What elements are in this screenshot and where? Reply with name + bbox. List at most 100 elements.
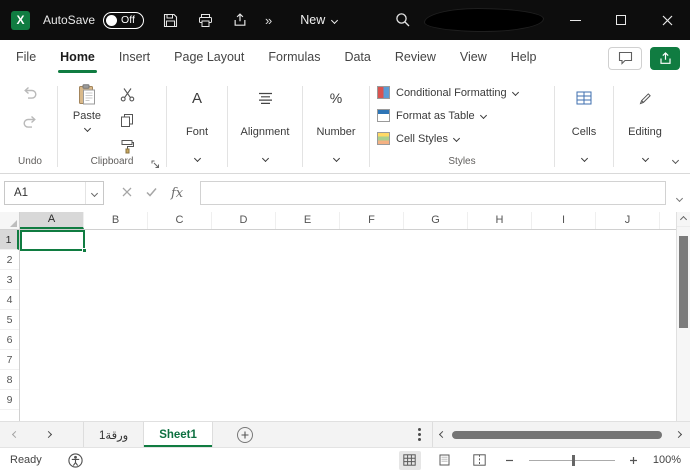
menubar-right [608, 46, 680, 70]
horizontal-scroll-thumb[interactable] [452, 431, 662, 439]
row-header-3[interactable]: 3 [0, 270, 19, 290]
scroll-up-button[interactable] [677, 212, 690, 227]
scroll-left-button[interactable] [438, 430, 447, 439]
row-header-9[interactable]: 9 [0, 390, 19, 410]
chevron-down-icon [511, 88, 519, 97]
select-all-corner[interactable] [0, 212, 20, 230]
chevron-down-icon [675, 194, 684, 203]
menu-tab-data[interactable]: Data [332, 40, 382, 76]
sheet-tab-0[interactable]: ورقة1 [83, 422, 145, 447]
row-header-6[interactable]: 6 [0, 330, 19, 350]
name-box[interactable]: A1 [4, 181, 104, 205]
paste-button[interactable]: Paste [61, 80, 113, 156]
format-painter-button[interactable] [115, 138, 139, 155]
accessibility-icon[interactable] [68, 452, 83, 468]
ribbon-group-editing[interactable]: Editing [617, 78, 673, 173]
row-header-4[interactable]: 4 [0, 290, 19, 310]
row-header-1[interactable]: 1 [0, 230, 19, 250]
horizontal-scrollbar[interactable] [432, 422, 690, 447]
expand-formula-bar-button[interactable] [675, 190, 684, 204]
ribbon-group-cells[interactable]: Cells [558, 78, 610, 173]
scroll-right-button[interactable] [674, 430, 683, 439]
collapse-ribbon-button[interactable] [671, 152, 680, 166]
row-header-7[interactable]: 7 [0, 350, 19, 370]
menu-tab-formulas[interactable]: Formulas [256, 40, 332, 76]
minimize-icon [569, 19, 581, 21]
ribbon-tab-bar: File Home Insert Page Layout Formulas Data Rev… [0, 40, 690, 76]
previous-sheet-button[interactable] [11, 430, 20, 439]
column-header-J[interactable]: J [596, 212, 660, 229]
row-header-5[interactable]: 5 [0, 310, 19, 330]
sheet-options-kebab-icon[interactable] [406, 422, 432, 447]
add-sheet-button[interactable] [236, 426, 253, 443]
column-header-I[interactable]: I [532, 212, 596, 229]
search-icon[interactable] [395, 12, 411, 31]
comments-button[interactable] [608, 46, 642, 70]
column-header-F[interactable]: F [340, 212, 404, 229]
close-button[interactable] [644, 0, 690, 40]
fill-handle[interactable] [82, 248, 87, 253]
vertical-scroll-thumb[interactable] [679, 236, 688, 328]
ribbon-group-font[interactable]: A Font [170, 78, 224, 173]
menu-tab-page-layout[interactable]: Page Layout [162, 40, 256, 76]
zoom-level-button[interactable]: 100% [653, 454, 681, 466]
cells-area[interactable] [20, 230, 676, 421]
row-header-2[interactable]: 2 [0, 250, 19, 270]
column-header-E[interactable]: E [276, 212, 340, 229]
redacted-area [424, 8, 544, 32]
insert-function-button[interactable]: fx [171, 186, 183, 201]
column-header-A[interactable]: A [20, 212, 84, 229]
copy-button[interactable] [115, 112, 139, 129]
row-header-8[interactable]: 8 [0, 370, 19, 390]
normal-view-button[interactable] [398, 450, 421, 470]
document-title-button[interactable]: New [300, 13, 339, 27]
ribbon-group-styles: Conditional Formatting Format as Table Cel… [373, 78, 551, 173]
column-header-B[interactable]: B [84, 212, 148, 229]
ribbon-group-number[interactable]: % Number [306, 78, 366, 173]
zoom-in-button[interactable] [628, 452, 640, 468]
cancel-button[interactable] [122, 186, 132, 200]
print-button[interactable] [195, 9, 215, 31]
share-button[interactable] [650, 46, 680, 70]
zoom-out-button[interactable] [504, 452, 516, 468]
name-box-dropdown[interactable] [85, 182, 103, 204]
share-upload-button[interactable] [230, 9, 250, 31]
autosave-toggle[interactable]: Off [103, 11, 145, 29]
sheet-tab-1[interactable]: Sheet1 [144, 422, 213, 447]
save-button[interactable] [160, 9, 180, 31]
zoom-slider[interactable] [528, 454, 615, 466]
more-commands-icon[interactable]: » [265, 13, 272, 28]
formula-input[interactable] [200, 181, 666, 205]
column-header-C[interactable]: C [148, 212, 212, 229]
zoom-slider-thumb[interactable] [571, 454, 575, 466]
styles-button-conditional-formatting[interactable]: Conditional Formatting [377, 86, 551, 99]
cut-button[interactable] [115, 86, 139, 103]
page-layout-view-button[interactable] [434, 451, 456, 470]
column-header-G[interactable]: G [404, 212, 468, 229]
next-sheet-button[interactable] [44, 430, 53, 439]
redo-button[interactable] [18, 113, 42, 130]
maximize-button[interactable] [598, 0, 644, 40]
chevron-up-icon [679, 215, 688, 223]
group-separator [554, 86, 555, 167]
undo-button[interactable] [18, 84, 42, 101]
clipboard-dialog-launcher-icon[interactable] [151, 160, 160, 169]
print-icon [198, 13, 212, 27]
menu-tab-home[interactable]: Home [48, 40, 107, 76]
minimize-button[interactable] [552, 0, 598, 40]
vertical-scrollbar[interactable] [676, 212, 690, 421]
menu-tab-file[interactable]: File [4, 40, 48, 76]
menu-tab-review[interactable]: Review [383, 40, 448, 76]
menu-tab-insert[interactable]: Insert [107, 40, 162, 76]
page-break-view-button[interactable] [469, 451, 491, 470]
column-header-H[interactable]: H [468, 212, 532, 229]
column-header-D[interactable]: D [212, 212, 276, 229]
menu-tab-help[interactable]: Help [499, 40, 549, 76]
enter-button[interactable] [146, 186, 157, 200]
menu-tab-view[interactable]: View [448, 40, 499, 76]
styles-button-format-as-table[interactable]: Format as Table [377, 109, 551, 122]
excel-logo-icon[interactable]: X [11, 10, 30, 30]
normal-view-icon [403, 454, 417, 466]
ribbon-group-alignment[interactable]: Alignment [231, 78, 299, 173]
styles-button-cell-styles[interactable]: Cell Styles [377, 132, 551, 145]
